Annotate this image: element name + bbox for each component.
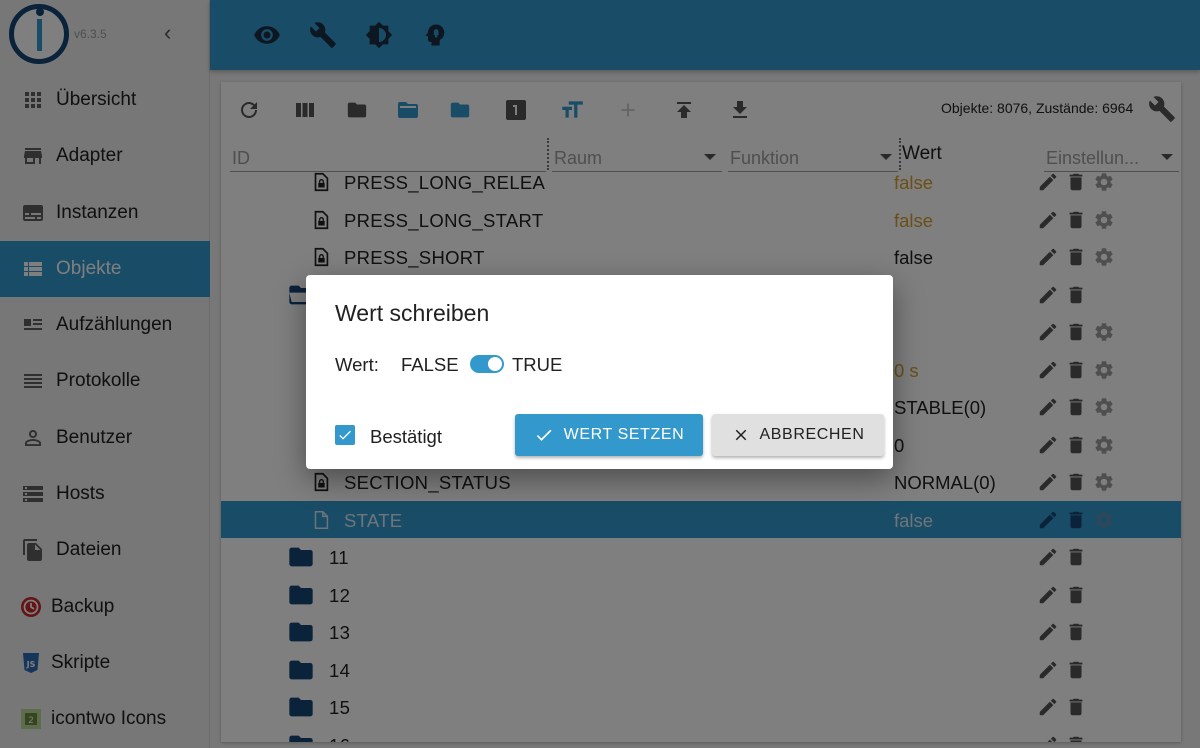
true-label: TRUE (512, 354, 563, 375)
write-value-dialog: Wert schreiben Wert: FALSE TRUE Bestätig… (306, 275, 893, 469)
dialog-title: Wert schreiben (335, 300, 490, 326)
confirmed-checkbox[interactable] (335, 425, 355, 445)
check-icon (536, 429, 552, 441)
confirmed-label: Bestätigt (370, 426, 442, 447)
switch-knob (488, 357, 502, 371)
cancel-label: ABBRECHEN (759, 426, 865, 443)
set-value-label: WERT SETZEN (563, 426, 685, 443)
value-label: Wert: (335, 354, 379, 375)
cancel-button[interactable]: ABBRECHEN (712, 414, 884, 456)
close-icon (735, 429, 746, 441)
value-toggle-switch[interactable] (470, 355, 504, 373)
set-value-button[interactable]: WERT SETZEN (515, 414, 703, 456)
check-icon (339, 430, 351, 440)
false-label: FALSE (401, 354, 459, 375)
